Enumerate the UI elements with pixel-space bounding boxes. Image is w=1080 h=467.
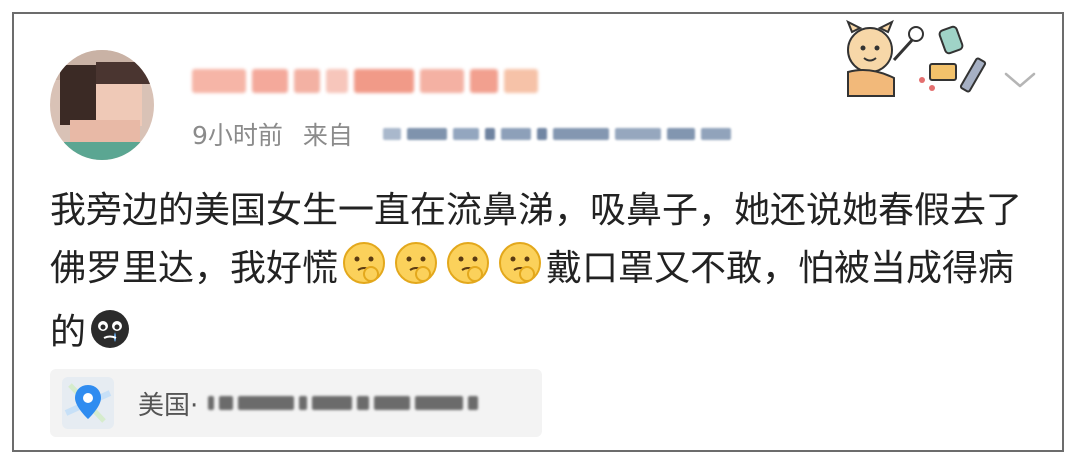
location-tag[interactable]: 美国· <box>50 369 542 437</box>
thinking-face-emoji <box>445 240 491 304</box>
chevron-down-icon[interactable] <box>1002 68 1038 92</box>
post-time: 9小时前 <box>192 121 283 150</box>
post-meta: 9小时前 来自 <box>192 116 731 152</box>
user-avatar[interactable] <box>50 50 154 160</box>
location-country: 美国· <box>138 390 199 421</box>
username-blurred[interactable] <box>192 60 542 102</box>
thinking-face-emoji <box>393 240 439 304</box>
location-detail-blurred <box>208 396 479 410</box>
post-content: 我旁边的美国女生一直在流鼻涕，吸鼻子，她还说她春假去了佛罗里达，我好慌 戴口罩又不… <box>50 182 1040 368</box>
source-device-blurred[interactable] <box>382 128 731 140</box>
thinking-face-emoji <box>341 240 387 304</box>
crying-face-emoji <box>89 308 131 368</box>
source-label: 来自 <box>302 121 353 150</box>
decorative-sticker <box>846 19 987 97</box>
map-pin-icon <box>60 375 116 431</box>
post-card: 9小时前 来自 我旁边的美国女生一直在流鼻涕，吸鼻子，她还说她春假去了佛罗里达，… <box>12 12 1064 452</box>
thinking-face-emoji <box>497 240 543 304</box>
